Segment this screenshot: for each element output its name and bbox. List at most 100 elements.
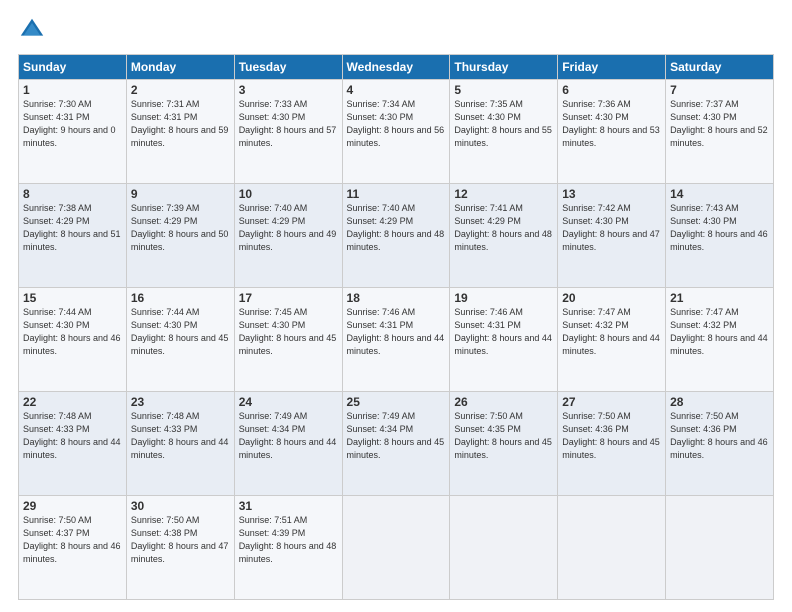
calendar-cell: 6Sunrise: 7:36 AMSunset: 4:30 PMDaylight…: [558, 80, 666, 184]
calendar-cell: 12Sunrise: 7:41 AMSunset: 4:29 PMDayligh…: [450, 184, 558, 288]
day-info: Sunrise: 7:50 AMSunset: 4:35 PMDaylight:…: [454, 410, 553, 462]
day-number: 13: [562, 187, 661, 201]
calendar-cell: [558, 496, 666, 600]
calendar-cell: 24Sunrise: 7:49 AMSunset: 4:34 PMDayligh…: [234, 392, 342, 496]
day-info: Sunrise: 7:49 AMSunset: 4:34 PMDaylight:…: [347, 410, 446, 462]
day-number: 31: [239, 499, 338, 513]
calendar-cell: 7Sunrise: 7:37 AMSunset: 4:30 PMDaylight…: [666, 80, 774, 184]
day-number: 9: [131, 187, 230, 201]
day-info: Sunrise: 7:47 AMSunset: 4:32 PMDaylight:…: [562, 306, 661, 358]
calendar-cell: [342, 496, 450, 600]
weekday-header-thursday: Thursday: [450, 55, 558, 80]
weekday-header-sunday: Sunday: [19, 55, 127, 80]
day-number: 12: [454, 187, 553, 201]
day-info: Sunrise: 7:36 AMSunset: 4:30 PMDaylight:…: [562, 98, 661, 150]
day-number: 17: [239, 291, 338, 305]
day-info: Sunrise: 7:46 AMSunset: 4:31 PMDaylight:…: [454, 306, 553, 358]
day-number: 4: [347, 83, 446, 97]
day-info: Sunrise: 7:50 AMSunset: 4:38 PMDaylight:…: [131, 514, 230, 566]
calendar-cell: 26Sunrise: 7:50 AMSunset: 4:35 PMDayligh…: [450, 392, 558, 496]
day-info: Sunrise: 7:44 AMSunset: 4:30 PMDaylight:…: [131, 306, 230, 358]
calendar-cell: 23Sunrise: 7:48 AMSunset: 4:33 PMDayligh…: [126, 392, 234, 496]
day-number: 26: [454, 395, 553, 409]
day-number: 20: [562, 291, 661, 305]
calendar-cell: [450, 496, 558, 600]
day-number: 30: [131, 499, 230, 513]
calendar-cell: 27Sunrise: 7:50 AMSunset: 4:36 PMDayligh…: [558, 392, 666, 496]
day-info: Sunrise: 7:48 AMSunset: 4:33 PMDaylight:…: [23, 410, 122, 462]
day-info: Sunrise: 7:41 AMSunset: 4:29 PMDaylight:…: [454, 202, 553, 254]
day-number: 25: [347, 395, 446, 409]
day-number: 11: [347, 187, 446, 201]
day-info: Sunrise: 7:39 AMSunset: 4:29 PMDaylight:…: [131, 202, 230, 254]
weekday-header-wednesday: Wednesday: [342, 55, 450, 80]
calendar-cell: 31Sunrise: 7:51 AMSunset: 4:39 PMDayligh…: [234, 496, 342, 600]
day-number: 6: [562, 83, 661, 97]
weekday-header-monday: Monday: [126, 55, 234, 80]
calendar-cell: 20Sunrise: 7:47 AMSunset: 4:32 PMDayligh…: [558, 288, 666, 392]
calendar-cell: 18Sunrise: 7:46 AMSunset: 4:31 PMDayligh…: [342, 288, 450, 392]
day-info: Sunrise: 7:43 AMSunset: 4:30 PMDaylight:…: [670, 202, 769, 254]
day-number: 21: [670, 291, 769, 305]
calendar-cell: 1Sunrise: 7:30 AMSunset: 4:31 PMDaylight…: [19, 80, 127, 184]
day-number: 5: [454, 83, 553, 97]
day-number: 7: [670, 83, 769, 97]
generalblue-logo-icon: [18, 16, 46, 44]
day-info: Sunrise: 7:45 AMSunset: 4:30 PMDaylight:…: [239, 306, 338, 358]
day-number: 8: [23, 187, 122, 201]
calendar-cell: 30Sunrise: 7:50 AMSunset: 4:38 PMDayligh…: [126, 496, 234, 600]
calendar-cell: 21Sunrise: 7:47 AMSunset: 4:32 PMDayligh…: [666, 288, 774, 392]
calendar-cell: 22Sunrise: 7:48 AMSunset: 4:33 PMDayligh…: [19, 392, 127, 496]
day-number: 16: [131, 291, 230, 305]
calendar-table: SundayMondayTuesdayWednesdayThursdayFrid…: [18, 54, 774, 600]
weekday-header-tuesday: Tuesday: [234, 55, 342, 80]
day-info: Sunrise: 7:40 AMSunset: 4:29 PMDaylight:…: [239, 202, 338, 254]
calendar-cell: 8Sunrise: 7:38 AMSunset: 4:29 PMDaylight…: [19, 184, 127, 288]
day-info: Sunrise: 7:49 AMSunset: 4:34 PMDaylight:…: [239, 410, 338, 462]
day-info: Sunrise: 7:38 AMSunset: 4:29 PMDaylight:…: [23, 202, 122, 254]
day-number: 15: [23, 291, 122, 305]
day-number: 19: [454, 291, 553, 305]
calendar-cell: [666, 496, 774, 600]
calendar-cell: 13Sunrise: 7:42 AMSunset: 4:30 PMDayligh…: [558, 184, 666, 288]
day-number: 23: [131, 395, 230, 409]
day-info: Sunrise: 7:50 AMSunset: 4:37 PMDaylight:…: [23, 514, 122, 566]
day-number: 2: [131, 83, 230, 97]
day-info: Sunrise: 7:42 AMSunset: 4:30 PMDaylight:…: [562, 202, 661, 254]
day-number: 22: [23, 395, 122, 409]
day-info: Sunrise: 7:35 AMSunset: 4:30 PMDaylight:…: [454, 98, 553, 150]
calendar-cell: 10Sunrise: 7:40 AMSunset: 4:29 PMDayligh…: [234, 184, 342, 288]
calendar-cell: 4Sunrise: 7:34 AMSunset: 4:30 PMDaylight…: [342, 80, 450, 184]
day-number: 3: [239, 83, 338, 97]
calendar-cell: 3Sunrise: 7:33 AMSunset: 4:30 PMDaylight…: [234, 80, 342, 184]
day-info: Sunrise: 7:44 AMSunset: 4:30 PMDaylight:…: [23, 306, 122, 358]
day-info: Sunrise: 7:31 AMSunset: 4:31 PMDaylight:…: [131, 98, 230, 150]
calendar-cell: 16Sunrise: 7:44 AMSunset: 4:30 PMDayligh…: [126, 288, 234, 392]
weekday-header-friday: Friday: [558, 55, 666, 80]
day-number: 1: [23, 83, 122, 97]
day-info: Sunrise: 7:34 AMSunset: 4:30 PMDaylight:…: [347, 98, 446, 150]
day-info: Sunrise: 7:46 AMSunset: 4:31 PMDaylight:…: [347, 306, 446, 358]
day-number: 27: [562, 395, 661, 409]
calendar-cell: 15Sunrise: 7:44 AMSunset: 4:30 PMDayligh…: [19, 288, 127, 392]
calendar-cell: 14Sunrise: 7:43 AMSunset: 4:30 PMDayligh…: [666, 184, 774, 288]
calendar-cell: 5Sunrise: 7:35 AMSunset: 4:30 PMDaylight…: [450, 80, 558, 184]
day-number: 10: [239, 187, 338, 201]
day-number: 28: [670, 395, 769, 409]
day-info: Sunrise: 7:33 AMSunset: 4:30 PMDaylight:…: [239, 98, 338, 150]
day-info: Sunrise: 7:37 AMSunset: 4:30 PMDaylight:…: [670, 98, 769, 150]
day-number: 29: [23, 499, 122, 513]
logo: [18, 16, 50, 44]
day-number: 18: [347, 291, 446, 305]
calendar-cell: 25Sunrise: 7:49 AMSunset: 4:34 PMDayligh…: [342, 392, 450, 496]
calendar-cell: 19Sunrise: 7:46 AMSunset: 4:31 PMDayligh…: [450, 288, 558, 392]
page: SundayMondayTuesdayWednesdayThursdayFrid…: [0, 0, 792, 612]
day-info: Sunrise: 7:47 AMSunset: 4:32 PMDaylight:…: [670, 306, 769, 358]
calendar-cell: 9Sunrise: 7:39 AMSunset: 4:29 PMDaylight…: [126, 184, 234, 288]
day-info: Sunrise: 7:40 AMSunset: 4:29 PMDaylight:…: [347, 202, 446, 254]
calendar-cell: 11Sunrise: 7:40 AMSunset: 4:29 PMDayligh…: [342, 184, 450, 288]
header: [18, 16, 774, 44]
day-info: Sunrise: 7:50 AMSunset: 4:36 PMDaylight:…: [670, 410, 769, 462]
weekday-header-saturday: Saturday: [666, 55, 774, 80]
day-info: Sunrise: 7:30 AMSunset: 4:31 PMDaylight:…: [23, 98, 122, 150]
